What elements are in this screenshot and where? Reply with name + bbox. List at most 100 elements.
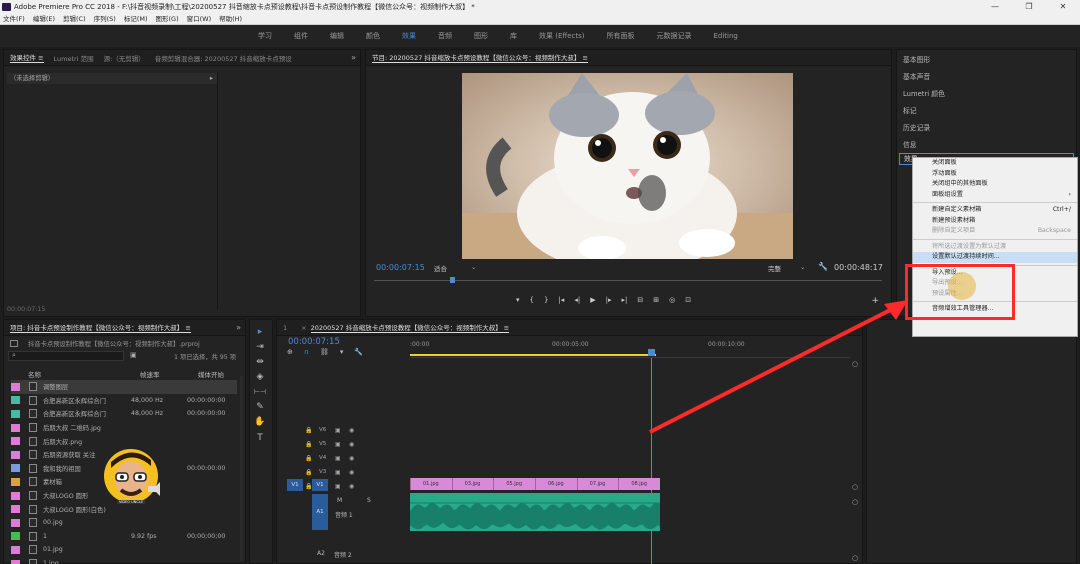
add-marker-icon[interactable]: ▾ [340,348,344,356]
label-color-swatch[interactable] [11,409,20,418]
slip-tool-icon[interactable]: ⊢⊣ [253,386,267,398]
project-row[interactable]: 合肥高新区永辉综合门 48,000 Hz 00:00:00:00 [11,394,237,408]
scroll-handle-top-icon[interactable]: ○ [852,360,858,368]
panel-info[interactable]: 信息 [903,139,917,149]
workspace-learn[interactable]: 学习 [258,31,272,41]
timeline-vertical-scroll[interactable]: ○ ○ ○ ○ [850,358,862,564]
solo-a1-button[interactable]: S [367,497,371,504]
tab-effect-controls[interactable]: 效果控件 ≡ [10,52,44,63]
pen-tool-icon[interactable]: ✎ [253,401,267,413]
label-color-swatch[interactable] [11,532,20,541]
tab-lumetri-scopes[interactable]: Lumetri 范围 [54,53,94,63]
label-color-swatch[interactable] [11,518,20,527]
menu-file[interactable]: 文件(F) [3,14,25,24]
step-back-button[interactable]: ◂| [574,296,580,304]
play-triangle-icon[interactable]: ▸ [210,73,213,84]
project-scrollbar[interactable] [240,376,243,561]
label-color-swatch[interactable] [11,450,20,459]
scroll-handle-mid-icon[interactable]: ○ [852,483,858,491]
menu-item[interactable]: 浮动面板 [913,169,1077,180]
mark-in-button[interactable]: { [530,296,534,304]
column-fps[interactable]: 帧速率 [140,369,198,379]
workspace-graphics[interactable]: 图形 [474,31,488,41]
tab-source[interactable]: 源:（无剪辑） [104,53,145,63]
go-to-in-button[interactable]: |◂ [558,296,564,304]
track-target-a1[interactable]: A1 [312,494,328,530]
column-name[interactable]: 名称 [28,369,140,379]
scroll-handle-bottom-icon[interactable]: ○ [852,554,858,562]
maximize-button[interactable]: ❐ [1012,0,1046,14]
eye-icon[interactable]: ◉ [349,441,354,448]
selection-tool-icon[interactable]: ▸ [253,326,267,338]
tab-audio-clip-mixer[interactable]: 音频剪辑混合器: 20200527 抖音缩放卡点预设 [155,53,292,63]
sync-lock-icon[interactable]: ▣ [335,469,341,476]
ripple-edit-tool-icon[interactable]: ⇹ [253,356,267,368]
column-start[interactable]: 媒体开始 [198,369,224,379]
hand-tool-icon[interactable]: ✋ [253,416,267,428]
menu-item[interactable]: 面板组设置 › [913,190,1077,201]
lift-button[interactable]: ⊟ [637,296,643,304]
source-patch-v1[interactable]: V1 [287,479,303,491]
project-title[interactable]: 项目: 抖音卡点预设制作教程【微信公众号：视频制作大叔】 ≡ [10,322,191,333]
workspace-metadata[interactable]: 元数据记录 [656,31,691,41]
wrench-icon[interactable]: 🔧 [818,262,828,271]
project-row[interactable]: 00.jpg [11,516,237,530]
menu-help[interactable]: 帮助(H) [219,14,242,24]
panel-markers[interactable]: 标记 [903,105,917,115]
program-title[interactable]: 节目: 20200527 抖音缩放卡点预设教程【微信公众号：视频制作大叔】 ≡ [372,52,588,63]
go-to-out-button[interactable]: ▸| [621,296,627,304]
menu-item[interactable]: 删除自定义项目 Backspace [913,226,1077,237]
sync-lock-icon[interactable]: ▣ [335,483,341,490]
sync-lock-icon[interactable]: ▣ [335,427,341,434]
timeline-tab-close[interactable]: × [301,324,306,332]
panel-history[interactable]: 历史记录 [903,122,930,132]
panel-essential-graphics[interactable]: 基本图形 [903,54,930,64]
source-overflow-button[interactable]: » [351,53,356,62]
project-search-input[interactable]: ⌕ [8,351,124,361]
add-marker-button[interactable]: ▾ [516,296,520,304]
mark-out-button[interactable]: } [544,296,548,304]
project-row[interactable]: 01.jpg [11,543,237,557]
eye-icon[interactable]: ◉ [349,483,354,490]
label-color-swatch[interactable] [11,396,20,405]
track-target-a2[interactable]: A2 [317,550,325,557]
workspace-libraries[interactable]: 库 [510,31,517,41]
label-color-swatch[interactable] [11,545,20,554]
menu-item[interactable]: 关闭组中的其他面板 [913,179,1077,190]
project-row[interactable]: 后期大叔 二维码.jpg [11,421,237,435]
menu-item[interactable]: 新建预设素材箱 [913,216,1077,227]
menu-item[interactable]: 设置默认过渡持续时间... [913,252,1077,263]
timeline-tab[interactable]: 20200527 抖音缩放卡点预设教程【微信公众号：视频制作大叔】 ≡ [310,322,510,333]
label-color-swatch[interactable] [11,477,20,486]
quality-chevron-icon[interactable]: ⌄ [800,263,805,271]
project-row[interactable]: 合肥高新区永辉综合门 48,000 Hz 00:00:00:00 [11,407,237,421]
workspace-editing[interactable]: 编辑 [330,31,344,41]
menu-item[interactable]: 关闭面板 [913,158,1077,169]
extract-button[interactable]: ⊞ [653,296,659,304]
timeline-ruler[interactable]: :00:00 00:00:05:00 00:00:10:00 [410,338,850,358]
menu-clip[interactable]: 剪辑(C) [63,14,86,24]
video-clip[interactable]: 05.jpg [493,478,535,490]
menu-marker[interactable]: 标记(M) [124,14,148,24]
add-button[interactable]: + [871,296,879,306]
lock-icon[interactable]: 🔒 [305,441,312,448]
menu-item[interactable]: 预设属性... [913,289,1077,300]
workspace-assembly[interactable]: 组件 [294,31,308,41]
timeline-settings-icon[interactable]: 🔧 [354,348,363,356]
workspace-effects[interactable]: 效果 [402,31,416,41]
track-select-tool-icon[interactable]: ⇥ [253,341,267,353]
mute-a1-button[interactable]: M [337,497,342,504]
comparison-view-button[interactable]: ⊡ [685,296,691,304]
type-tool-icon[interactable]: T [253,432,267,444]
video-clip[interactable]: 08.jpg [618,478,660,490]
eye-icon[interactable]: ◉ [349,455,354,462]
workspace-color[interactable]: 颜色 [366,31,380,41]
program-scrubber[interactable] [374,277,882,290]
timeline-playhead-handle[interactable] [648,349,655,356]
menu-window[interactable]: 窗口(W) [187,14,212,24]
video-clip[interactable]: 03.jpg [451,478,494,490]
play-button[interactable]: ▶ [590,296,595,304]
menu-item[interactable]: 导出预设... [913,278,1077,289]
panel-lumetri-color[interactable]: Lumetri 颜色 [903,88,945,98]
work-area-bar[interactable] [410,354,656,356]
